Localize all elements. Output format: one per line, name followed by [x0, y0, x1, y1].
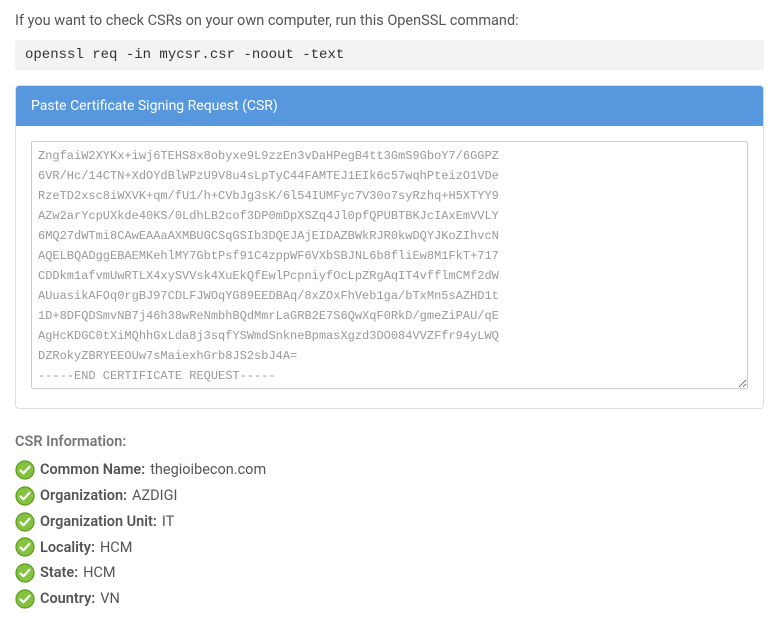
panel-body: [16, 126, 763, 408]
check-icon: [15, 589, 35, 609]
check-icon: [15, 460, 35, 480]
info-value: AZDIGI: [132, 484, 177, 508]
info-label: Common Name:: [40, 458, 145, 482]
intro-text: If you want to check CSRs on your own co…: [15, 10, 764, 32]
info-label: State:: [40, 561, 78, 585]
panel-title: Paste Certificate Signing Request (CSR): [16, 86, 763, 126]
check-icon: [15, 563, 35, 583]
csr-panel: Paste Certificate Signing Request (CSR): [15, 85, 764, 409]
csr-info-row: Organization: AZDIGI: [15, 484, 764, 508]
info-label: Locality:: [40, 536, 95, 560]
csr-info-heading: CSR Information:: [15, 433, 764, 450]
csr-info-row: Organization Unit: IT: [15, 510, 764, 534]
check-icon: [15, 512, 35, 532]
csr-textarea[interactable]: [31, 141, 748, 389]
info-value: HCM: [83, 561, 115, 585]
csr-info-row: Locality: HCM: [15, 536, 764, 560]
info-value: HCM: [100, 536, 132, 560]
check-icon: [15, 486, 35, 506]
info-label: Organization Unit:: [40, 510, 157, 534]
openssl-command: openssl req -in mycsr.csr -noout -text: [15, 40, 764, 70]
info-value: thegioibecon.com: [150, 458, 266, 482]
info-label: Organization:: [40, 484, 127, 508]
csr-info-row: State: HCM: [15, 561, 764, 585]
csr-info-row: Common Name: thegioibecon.com: [15, 458, 764, 482]
check-icon: [15, 537, 35, 557]
info-value: IT: [162, 510, 174, 534]
